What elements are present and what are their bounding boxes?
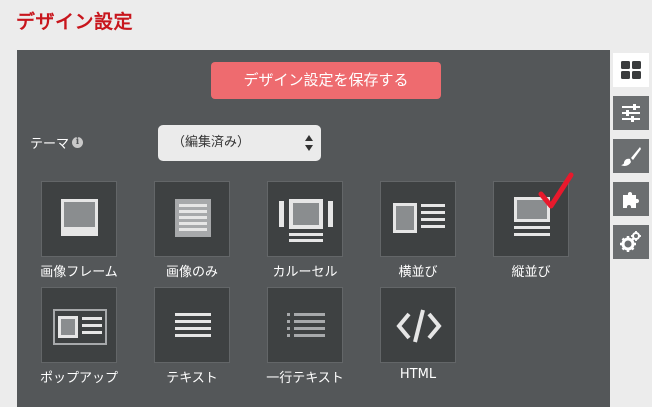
layout-label: 縦並び — [511, 265, 551, 280]
tab-advanced[interactable] — [613, 225, 649, 259]
tab-extensions[interactable] — [613, 182, 649, 216]
paintbrush-icon — [621, 147, 641, 166]
image-only-icon — [154, 181, 230, 257]
image-frame-icon — [41, 181, 117, 257]
layout-label: 一行テキスト — [266, 371, 344, 386]
layout-option-image-only[interactable]: 画像のみ — [151, 181, 261, 289]
layout-option-image-frame[interactable]: 画像フレーム — [38, 181, 148, 289]
save-design-button[interactable]: デザイン設定を保存する — [211, 62, 441, 99]
tab-style[interactable] — [613, 139, 649, 173]
side-tab-bar — [613, 53, 649, 268]
popup-icon — [41, 287, 117, 363]
layout-label: カルーセル — [272, 265, 338, 280]
puzzle-icon — [623, 192, 639, 208]
theme-select-value: （編集済み） — [172, 135, 251, 150]
theme-select[interactable]: （編集済み） — [158, 125, 321, 161]
carousel-icon — [267, 181, 343, 257]
tab-layout[interactable] — [613, 53, 649, 87]
code-icon — [380, 287, 456, 363]
list-lines-icon — [267, 287, 343, 363]
layout-label: テキスト — [166, 371, 218, 386]
tab-settings[interactable] — [613, 96, 649, 130]
layout-option-carousel[interactable]: カルーセル — [264, 181, 374, 289]
layout-label: 横並び — [398, 265, 438, 280]
sliders-icon — [622, 104, 640, 122]
theme-label: テーマ — [30, 137, 70, 152]
layout-option-popup[interactable]: ポップアップ — [38, 287, 148, 395]
selected-checkmark-icon — [538, 172, 574, 209]
design-settings-panel: デザイン設定を保存する テーマ i （編集済み） 画像フレーム 画像のみ カルー… — [17, 50, 610, 407]
text-lines-icon — [154, 287, 230, 363]
horizontal-layout-icon — [380, 181, 456, 257]
grid-icon — [621, 61, 641, 79]
layout-label: ポップアップ — [39, 371, 118, 386]
theme-label-group: テーマ i — [30, 133, 84, 152]
info-icon[interactable]: i — [72, 137, 84, 148]
gears-icon — [620, 231, 641, 252]
layout-option-horizontal[interactable]: 横並び — [377, 181, 487, 289]
layout-option-one-line-text[interactable]: 一行テキスト — [264, 287, 374, 395]
layout-option-html[interactable]: HTML — [377, 287, 487, 395]
layout-option-text[interactable]: テキスト — [151, 287, 261, 395]
page-title: デザイン設定 — [16, 11, 134, 33]
layout-label: 画像フレーム — [40, 265, 118, 280]
select-arrows-icon — [305, 135, 313, 151]
layout-label: HTML — [399, 367, 437, 382]
layout-label: 画像のみ — [165, 265, 218, 280]
